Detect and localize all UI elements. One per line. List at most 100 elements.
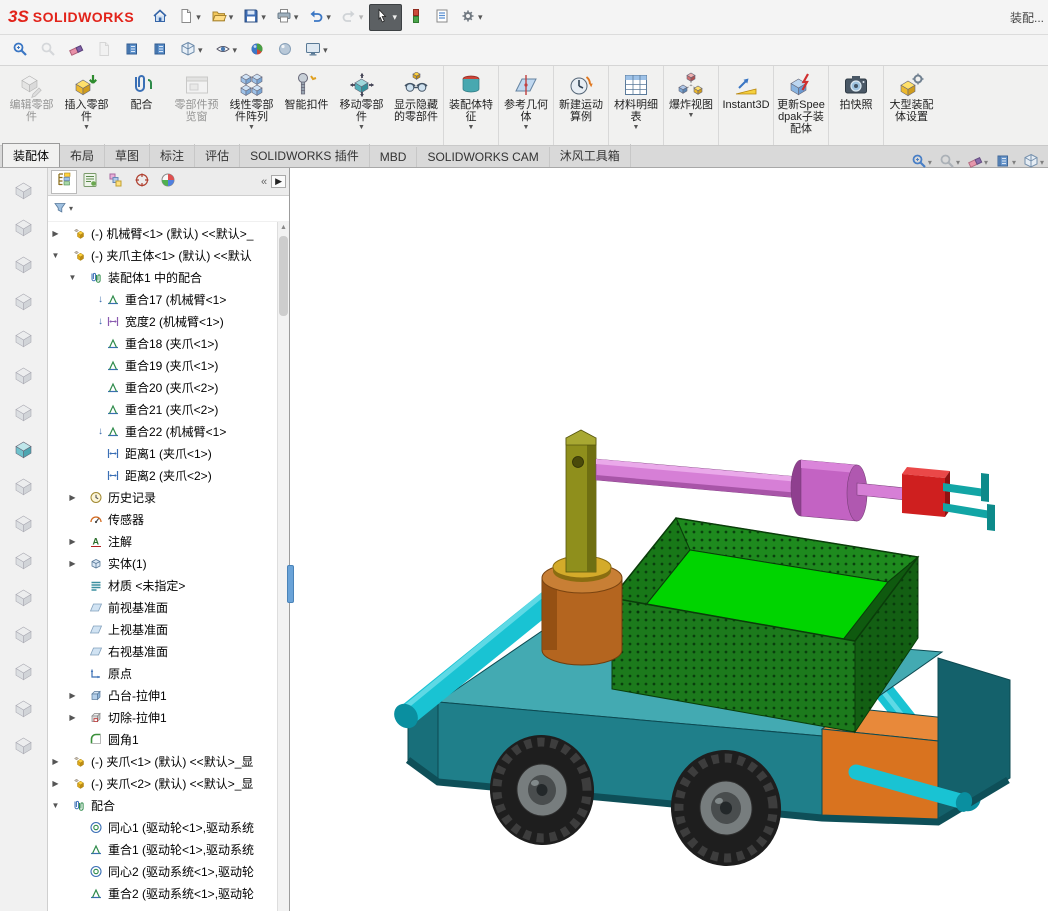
tree-item[interactable]: 距离1 (夹爪<1>) — [48, 442, 277, 464]
tree-item[interactable]: 距离2 (夹爪<2>) — [48, 464, 277, 486]
reference-geometry-button[interactable]: 参考几何体 ▼ — [499, 66, 554, 145]
filter-dropdown-arrow-icon[interactable]: ▾ — [69, 204, 73, 213]
component-preview-button[interactable]: 零部件预览窗 ▼ — [169, 66, 224, 145]
expand-arrow-icon[interactable]: ▼ — [50, 801, 61, 810]
tab-evaluate[interactable]: 评估 — [195, 144, 241, 167]
instant3d-button[interactable]: Instant3D ▼ — [719, 66, 774, 145]
cad-tool-5[interactable] — [10, 328, 38, 352]
cad-tool-11[interactable] — [10, 550, 38, 574]
filter-toggle-button[interactable] — [36, 37, 60, 64]
tab-annotation[interactable]: 标注 — [150, 144, 196, 167]
redo-button[interactable] — [337, 4, 368, 31]
selection-filter-button[interactable] — [8, 37, 32, 64]
tree-item[interactable]: 同心1 (驱动轮<1>,驱动系统 — [48, 816, 277, 838]
tab-mufeng-toolbox[interactable]: 沐风工具箱 — [550, 144, 631, 167]
tree-item[interactable]: ▶ 切除-拉伸1 — [48, 706, 277, 728]
cad-tool-10[interactable] — [10, 513, 38, 537]
cad-tool-9[interactable] — [10, 476, 38, 500]
tree-item[interactable]: 传感器 — [48, 508, 277, 530]
tree-item[interactable]: 重合20 (夹爪<2>) — [48, 376, 277, 398]
view-orientation-cube-button[interactable] — [1023, 153, 1044, 172]
displaymanager-tab[interactable] — [155, 170, 181, 194]
expand-arrow-icon[interactable]: ▶ — [67, 537, 78, 546]
snapshot-button[interactable]: 拍快照 ▼ — [829, 66, 884, 145]
tree-item[interactable]: ▶ (-) 夹爪<2> (默认) <<默认>_显 — [48, 772, 277, 794]
tree-item[interactable]: 圆角1 — [48, 728, 277, 750]
tree-item[interactable]: ▶ (-) 机械臂<1> (默认) <<默认>_ — [48, 222, 277, 244]
dimxpertmanager-tab[interactable] — [129, 170, 155, 194]
cad-tool-3[interactable] — [10, 254, 38, 278]
mate-button[interactable]: 配合 ▼ — [114, 66, 169, 145]
graphics-area[interactable] — [290, 168, 1048, 911]
expand-arrow-icon[interactable]: ▼ — [67, 273, 78, 282]
robot-arm[interactable] — [595, 458, 907, 522]
exploded-view-button[interactable]: 爆炸视图 ▼ — [664, 66, 719, 145]
tree-item[interactable]: ▼ 装配体1 中的配合 — [48, 266, 277, 288]
tab-assembly[interactable]: 装配体 — [2, 143, 61, 167]
zoom-fit-button[interactable] — [911, 153, 932, 172]
cad-tool-7[interactable] — [10, 402, 38, 426]
filter-display-button[interactable] — [995, 153, 1016, 172]
apply-scene-button[interactable] — [273, 37, 297, 64]
tree-item[interactable]: 重合2 (驱动系统<1>,驱动轮 — [48, 882, 277, 904]
zoom-area-button[interactable] — [939, 153, 960, 172]
expand-arrow-icon[interactable]: ▶ — [50, 229, 61, 238]
file-properties-button[interactable] — [430, 4, 454, 31]
scrollbar-thumb[interactable] — [279, 236, 288, 316]
update-speedpak-button[interactable]: 更新Speedpak子装配体 ▼ — [774, 66, 829, 145]
tab-sketch[interactable]: 草图 — [105, 144, 151, 167]
tree-item[interactable]: 原点 — [48, 662, 277, 684]
edit-appearance-button[interactable] — [245, 37, 269, 64]
home-button[interactable] — [148, 4, 172, 31]
filter-document-button[interactable] — [92, 37, 116, 64]
cad-tool-12[interactable] — [10, 587, 38, 611]
filter-faces-button[interactable] — [148, 37, 172, 64]
cad-tool-14[interactable] — [10, 661, 38, 685]
large-assembly-button[interactable]: 大型装配体设置 ▼ — [884, 66, 939, 145]
tab-solidworks-cam[interactable]: SOLIDWORKS CAM — [417, 147, 550, 167]
arm-post[interactable] — [565, 429, 597, 573]
open-button[interactable] — [207, 4, 238, 31]
view-orientation-button[interactable] — [176, 37, 207, 64]
tree-item[interactable]: ↓ 重合17 (机械臂<1> — [48, 288, 277, 310]
tree-item[interactable]: 右视基准面 — [48, 640, 277, 662]
panel-splitter-handle[interactable] — [287, 565, 294, 603]
cad-tool-4[interactable] — [10, 291, 38, 315]
tree-item[interactable]: 同心2 (驱动系统<1>,驱动轮 — [48, 860, 277, 882]
clear-selections-button[interactable] — [64, 37, 88, 64]
motion-study-button[interactable]: 新建运动算例 ▼ — [554, 66, 609, 145]
select-tool-button[interactable] — [369, 3, 402, 31]
tree-item[interactable]: 重合19 (夹爪<1>) — [48, 354, 277, 376]
rebuild-button[interactable] — [404, 4, 428, 31]
expand-arrow-icon[interactable]: ▶ — [67, 713, 78, 722]
gripper[interactable] — [902, 467, 995, 531]
insert-components-button[interactable]: 插入零部件 ▼ — [59, 66, 114, 145]
expand-arrow-icon[interactable]: ▶ — [67, 559, 78, 568]
tree-item[interactable]: 重合18 (夹爪<1>) — [48, 332, 277, 354]
show-hidden-button[interactable]: 显示隐藏的零部件 ▼ — [389, 66, 444, 145]
tab-addins[interactable]: SOLIDWORKS 插件 — [240, 144, 370, 167]
tree-item[interactable]: ▶ 历史记录 — [48, 486, 277, 508]
collapse-panel-button[interactable]: « — [261, 176, 267, 188]
cad-tool-1[interactable] — [10, 180, 38, 204]
featuremanager-tab[interactable] — [51, 169, 77, 194]
undo-button[interactable] — [304, 4, 335, 31]
options-button[interactable] — [456, 4, 487, 31]
cad-tool-2[interactable] — [10, 217, 38, 241]
assembly-features-button[interactable]: 装配体特征 ▼ — [444, 66, 499, 145]
tree-item[interactable]: 重合1 (驱动轮<1>,驱动系统 — [48, 838, 277, 860]
new-document-button[interactable] — [174, 4, 205, 31]
tree-item[interactable]: ▼ 配合 — [48, 794, 277, 816]
tree-item[interactable]: ↓ 宽度2 (机械臂<1>) — [48, 310, 277, 332]
save-button[interactable] — [239, 4, 270, 31]
tree-item[interactable]: ▶ 凸台-拉伸1 — [48, 684, 277, 706]
cad-tool-8[interactable] — [10, 439, 38, 463]
clear-view-button[interactable] — [967, 153, 988, 172]
tree-item[interactable]: ↓ 重合22 (机械臂<1> — [48, 420, 277, 442]
expand-panel-button[interactable]: ▶ — [271, 175, 286, 188]
tree-item[interactable]: 材质 <未指定> — [48, 574, 277, 596]
filter-funnel-icon[interactable] — [53, 201, 67, 217]
scrollbar-up-arrow[interactable]: ▲ — [278, 222, 289, 231]
tab-mbd[interactable]: MBD — [370, 147, 418, 167]
tree-item[interactable]: 上视基准面 — [48, 618, 277, 640]
